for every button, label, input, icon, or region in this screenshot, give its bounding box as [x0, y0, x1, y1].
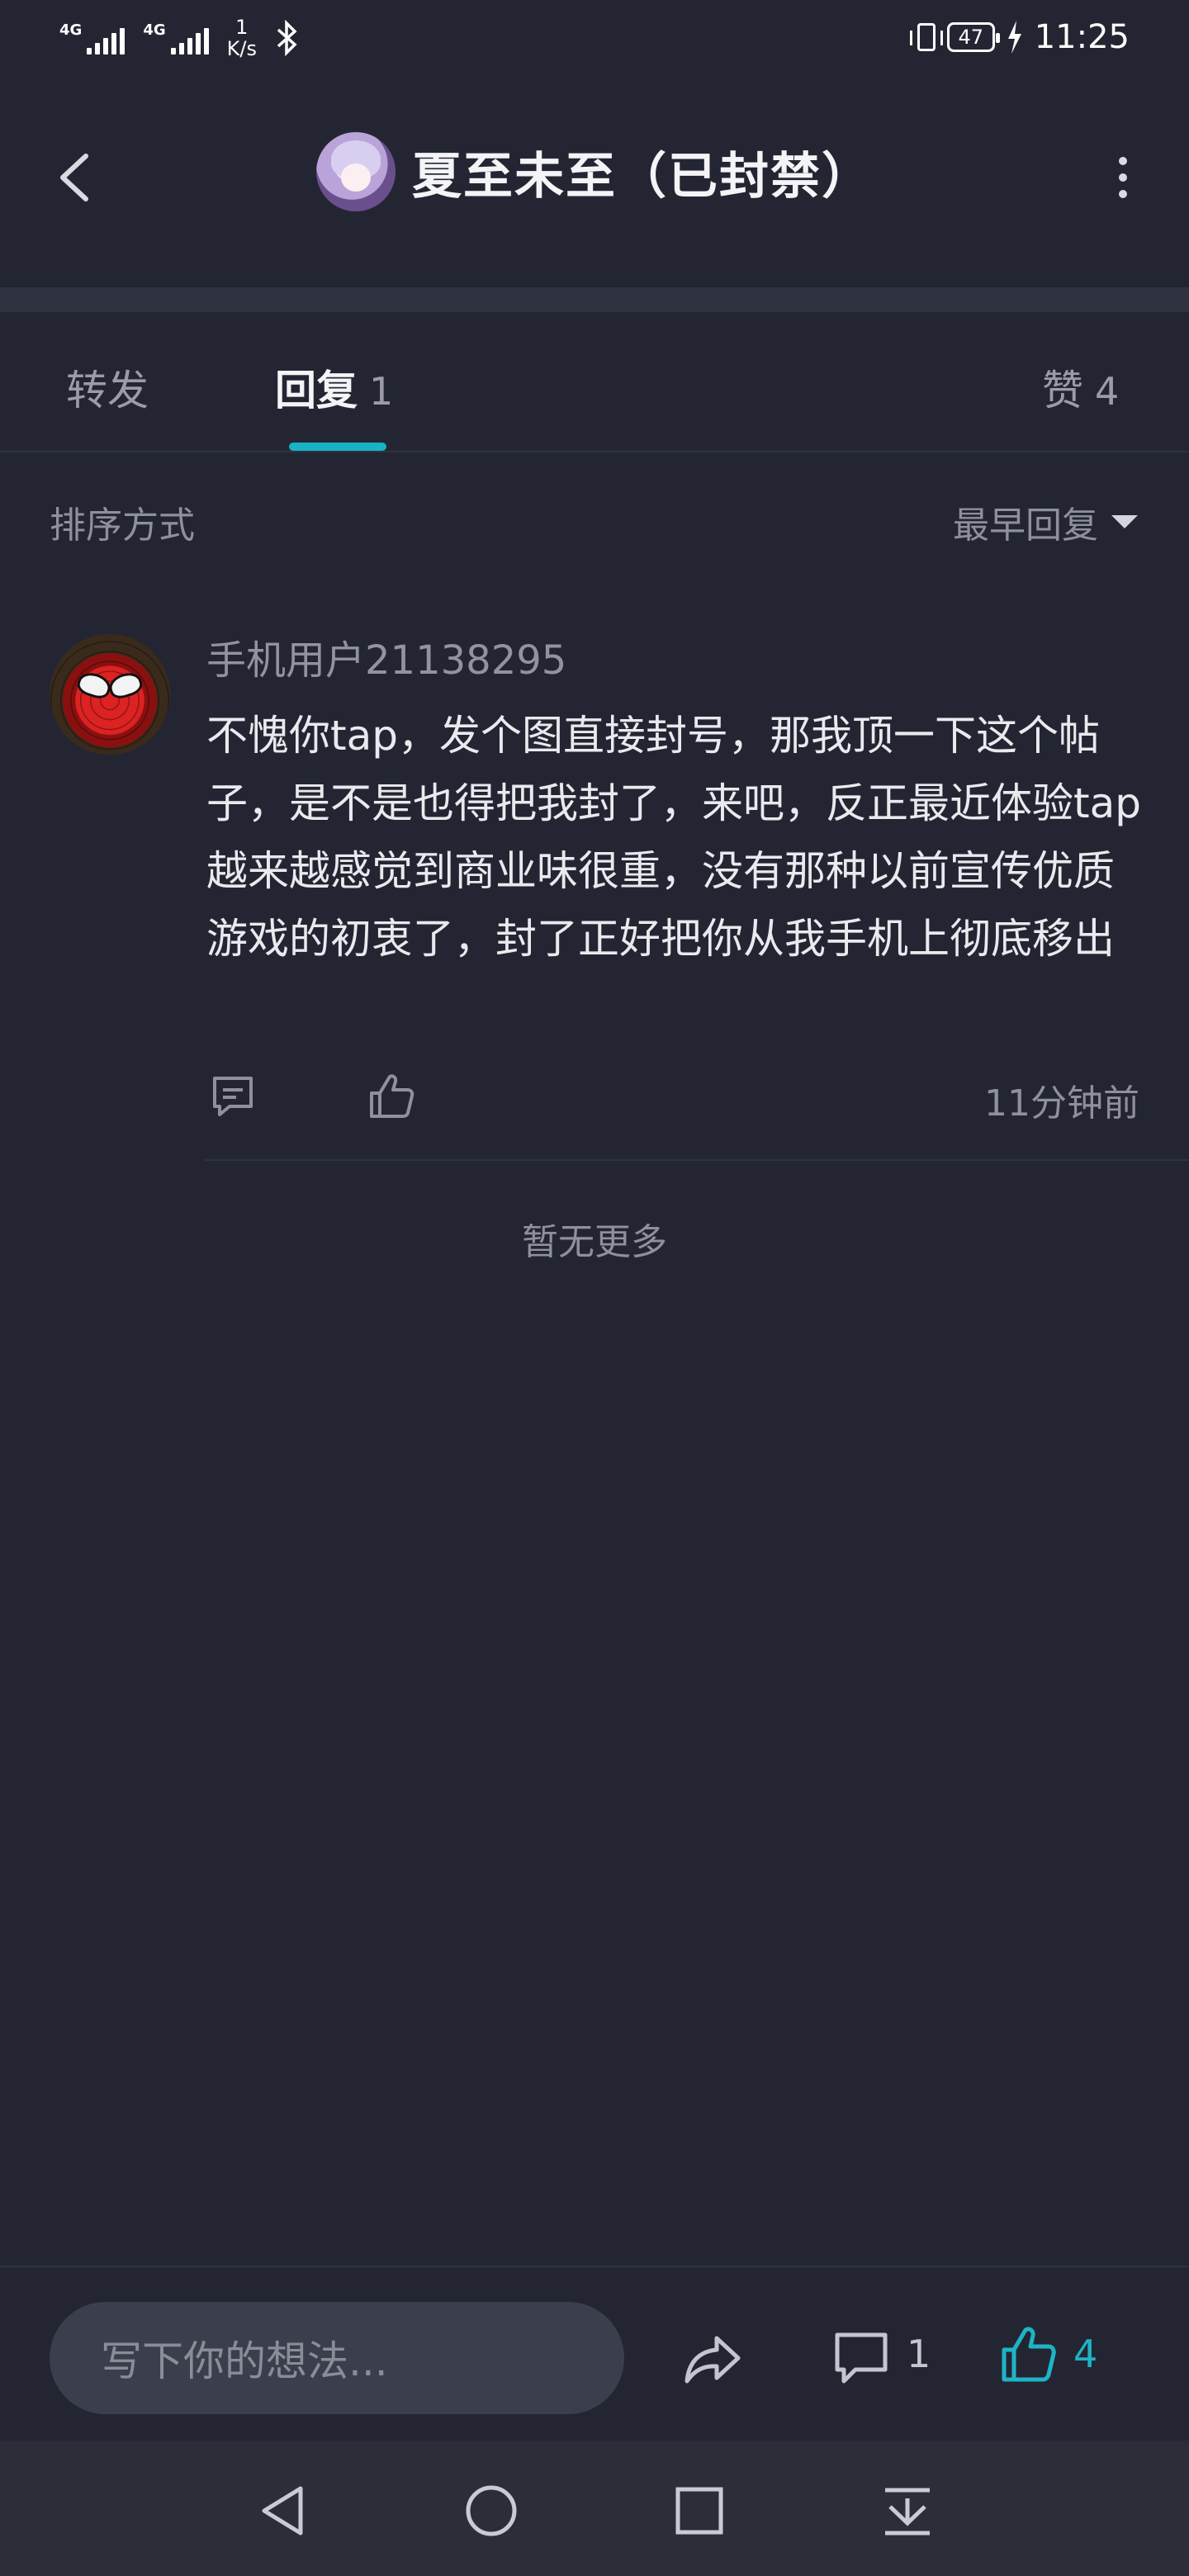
signal-icon-1: 4G — [59, 21, 126, 54]
signal-label-2: 4G — [143, 21, 166, 39]
comment-input-placeholder: 写下你的想法... — [101, 2337, 388, 2385]
signal-label-1: 4G — [59, 21, 83, 39]
comment-time: 11分钟前 — [984, 1082, 1139, 1125]
top-header: 夏至未至（已封禁） — [0, 99, 1189, 248]
tab-bar: 转发 回复 1 赞4 — [0, 312, 1189, 452]
like-icon[interactable] — [365, 1070, 418, 1123]
user-avatar[interactable] — [316, 132, 396, 211]
caret-down-icon — [1111, 515, 1138, 528]
tab-likes[interactable]: 赞4 — [1042, 358, 1119, 417]
share-icon[interactable] — [680, 2327, 746, 2393]
like-count: 4 — [1073, 2332, 1098, 2376]
status-right: 47 11:25 — [909, 18, 1130, 56]
tab-likes-label: 赞 — [1042, 367, 1083, 414]
sort-selected: 最早回复 — [953, 504, 1098, 547]
tab-likes-count: 4 — [1095, 369, 1120, 414]
sort-label: 排序方式 — [50, 504, 195, 547]
tab-repost[interactable]: 转发 — [66, 358, 160, 417]
charging-icon — [1007, 21, 1021, 54]
commenter-avatar[interactable] — [50, 634, 170, 755]
nav-back-icon[interactable] — [254, 2482, 312, 2540]
reply-icon[interactable] — [208, 1072, 258, 1121]
sort-dropdown[interactable]: 最早回复 — [953, 495, 1138, 548]
section-divider — [0, 287, 1189, 312]
battery-level: 47 — [958, 26, 983, 49]
signal-icon-2: 4G — [143, 21, 209, 54]
bottom-action-bar: 写下你的想法... 1 4 — [0, 2266, 1189, 2441]
tab-replies-count: 1 — [369, 369, 394, 414]
clock: 11:25 — [1034, 18, 1130, 56]
tab-repost-label: 转发 — [66, 367, 149, 414]
status-left: 4G 4G 1 K/s — [59, 17, 300, 59]
page-title: 夏至未至（已封禁） — [412, 147, 873, 206]
system-navigation-bar — [0, 2441, 1189, 2576]
nav-home-icon[interactable] — [462, 2482, 520, 2540]
tab-replies-label: 回复 — [275, 367, 358, 414]
more-icon — [1119, 157, 1127, 165]
vibrate-icon — [909, 23, 943, 51]
speed-value: 1 — [235, 16, 249, 39]
nav-dropdown-icon[interactable] — [879, 2482, 936, 2540]
status-bar: 4G 4G 1 K/s 47 11:25 — [0, 0, 1189, 83]
title-group: 夏至未至（已封禁） — [0, 132, 1189, 211]
more-button[interactable] — [1090, 144, 1156, 211]
battery-icon: 47 — [946, 22, 1000, 52]
bluetooth-icon — [277, 20, 297, 56]
comment-text: 不愧你tap，发个图直接封号，那我顶一下这个帖子，是不是也得把我封了，来吧，反正… — [206, 712, 1141, 963]
comment-input[interactable]: 写下你的想法... — [50, 2302, 624, 2414]
thumb-up-icon[interactable] — [997, 2323, 1060, 2386]
active-tab-indicator — [289, 443, 386, 451]
commenter-name[interactable]: 手机用户21138295 — [206, 627, 566, 685]
network-speed: 1 K/s — [227, 17, 257, 59]
speed-unit: K/s — [226, 37, 257, 60]
comment-divider — [205, 1159, 1189, 1161]
nav-recents-icon[interactable] — [670, 2482, 728, 2540]
end-of-list-text: 暂无更多 — [522, 1221, 667, 1263]
comment-count: 1 — [907, 2332, 931, 2376]
comment-icon[interactable] — [831, 2328, 892, 2389]
tab-replies[interactable]: 回复 1 — [275, 358, 393, 417]
